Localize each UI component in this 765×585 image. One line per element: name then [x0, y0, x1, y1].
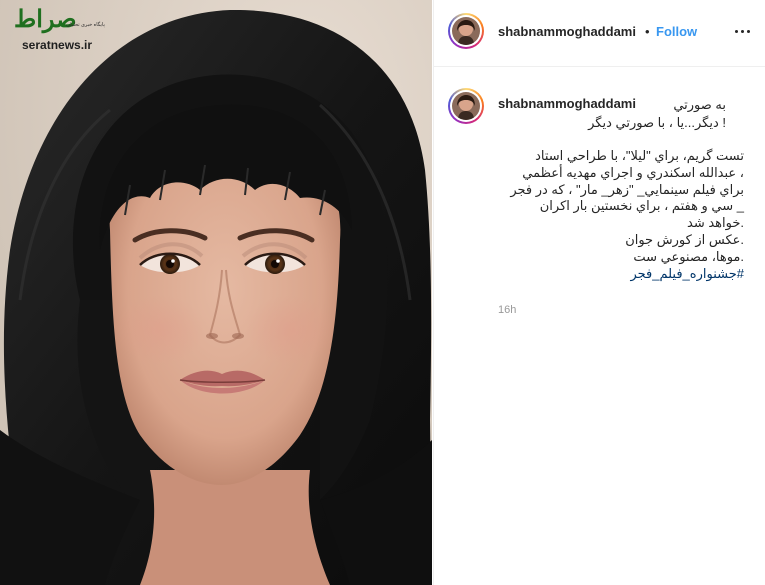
avatar-image [452, 17, 480, 45]
caption-username[interactable]: shabnammoghaddami [498, 96, 636, 111]
watermark-logo: صراط [14, 4, 77, 33]
caption-avatar[interactable] [448, 88, 484, 124]
caption-body: تست گريم، براي "ليلا"، با طراحي استاد ، … [498, 148, 744, 282]
caption-line-2: ! ديگر...يا ، با صورتي ديگر [588, 115, 726, 130]
post-header: shabnammoghaddami • Follow [434, 0, 765, 67]
post-photo[interactable]: صراط پایگاه خبری تحلیلی seratnews.ir [0, 0, 432, 585]
follow-button[interactable]: Follow [656, 24, 697, 39]
watermark-url: seratnews.ir [22, 38, 93, 52]
caption-body-line: .عكس از كورش جوان [625, 231, 744, 247]
hashtag-link[interactable]: #جشنواره_فيلم_فجر [498, 266, 744, 283]
profile-avatar[interactable] [448, 13, 484, 49]
caption-body-line: تست گريم، براي "ليلا"، با طراحي استاد [535, 148, 744, 163]
post-timestamp[interactable]: 16h [498, 304, 516, 316]
caption-body-line: ، عبدالله اسكندري و اجراي مهديه أعظمي [522, 164, 744, 180]
header-username[interactable]: shabnammoghaddami [498, 24, 636, 39]
more-options-icon[interactable] [732, 21, 752, 41]
dot-separator: • [645, 24, 650, 39]
portrait-image [0, 0, 432, 585]
caption-body-line: _ سي و هفتم ، براي نخستين بار اكران [539, 198, 744, 214]
caption-inline-text: به صورتي [673, 97, 726, 112]
caption-body-line: براي فيلم سينمايي_ "زهر_ مار" ، كه در فج… [510, 181, 744, 197]
avatar-image [452, 92, 480, 120]
caption-body-line: .خواهد شد [687, 215, 744, 231]
watermark-tagline: پایگاه خبری تحلیلی [66, 22, 105, 28]
watermark: صراط پایگاه خبری تحلیلی seratnews.ir [8, 4, 158, 54]
caption-body-line: .موها، مصنوعي ست [633, 248, 744, 264]
post-sidebar: shabnammoghaddami • Follow shabnammoghad… [433, 0, 765, 585]
